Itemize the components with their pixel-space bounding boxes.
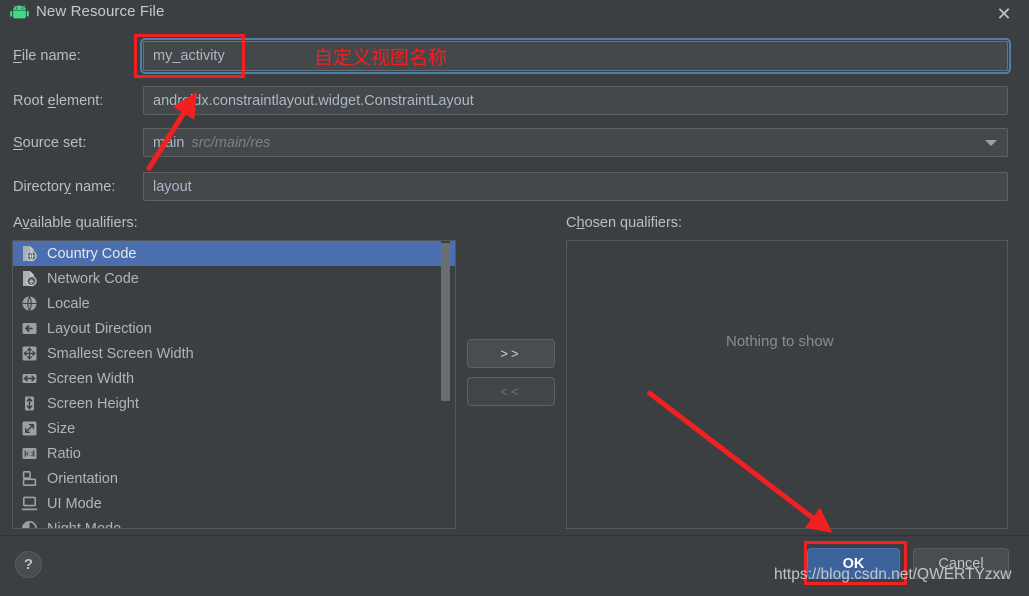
orientation-icon bbox=[22, 470, 37, 487]
qualifier-list-item[interactable]: Layout Direction bbox=[13, 316, 455, 341]
qualifier-list-item[interactable]: Screen Height bbox=[13, 391, 455, 416]
country-code-icon bbox=[23, 246, 37, 262]
root-element-label: Root element: bbox=[13, 93, 104, 109]
source-set-combo[interactable]: main src/main/res bbox=[143, 128, 1008, 157]
network-code-icon bbox=[23, 271, 37, 287]
scrollbar-thumb[interactable] bbox=[441, 243, 450, 401]
qualifier-label: Ratio bbox=[47, 445, 81, 462]
source-set-hint: src/main/res bbox=[191, 134, 271, 151]
qualifier-label: Night Mode bbox=[47, 520, 122, 529]
add-qualifier-button[interactable]: >> bbox=[467, 339, 555, 368]
remove-qualifier-button[interactable]: << bbox=[467, 377, 555, 406]
directory-name-input[interactable]: layout bbox=[143, 172, 1008, 201]
qualifier-list-item[interactable]: UI Mode bbox=[13, 491, 455, 516]
available-qualifiers-list[interactable]: Country Code Network Code Locale Layout Dir… bbox=[12, 240, 456, 529]
title-bar: New Resource File ✕ bbox=[0, 0, 1029, 27]
available-qualifiers-label: Available qualifiers: bbox=[13, 215, 138, 231]
chosen-qualifiers-label: Chosen qualifiers: bbox=[566, 215, 683, 231]
available-list-scrollbar[interactable] bbox=[441, 241, 450, 528]
qualifier-label: Network Code bbox=[47, 270, 139, 287]
chosen-empty-text: Nothing to show bbox=[726, 333, 834, 350]
qualifier-list-item[interactable]: Country Code bbox=[13, 241, 455, 266]
qualifier-label: Screen Height bbox=[47, 395, 139, 412]
arrow-left-icon bbox=[22, 323, 37, 334]
four-way-arrow-icon bbox=[22, 346, 37, 361]
qualifier-label: Country Code bbox=[47, 245, 137, 262]
android-robot-icon bbox=[10, 5, 29, 19]
file-name-input[interactable]: my_activity bbox=[140, 38, 1011, 74]
qualifier-label: Orientation bbox=[47, 470, 118, 487]
chevron-down-icon[interactable] bbox=[985, 139, 997, 146]
directory-name-value: layout bbox=[153, 178, 192, 195]
footer-divider bbox=[0, 535, 1029, 536]
arrow-horizontal-icon bbox=[22, 374, 37, 383]
root-element-input[interactable]: androidx.constraintlayout.widget.Constra… bbox=[143, 86, 1008, 115]
qualifier-label: Layout Direction bbox=[47, 320, 152, 337]
source-set-label: Source set: bbox=[13, 135, 87, 151]
qualifier-list-item[interactable]: Orientation bbox=[13, 466, 455, 491]
qualifier-label: Smallest Screen Width bbox=[47, 345, 194, 362]
window-title: New Resource File bbox=[36, 3, 165, 20]
qualifier-list-item[interactable]: Smallest Screen Width bbox=[13, 341, 455, 366]
qualifier-list-item[interactable]: Night Mode bbox=[13, 516, 455, 529]
close-icon[interactable]: ✕ bbox=[993, 3, 1015, 25]
ui-mode-icon bbox=[21, 496, 38, 511]
qualifier-label: Size bbox=[47, 420, 76, 437]
cancel-button[interactable]: Cancel bbox=[913, 548, 1009, 579]
help-button[interactable]: ? bbox=[15, 551, 42, 578]
qualifier-list-item[interactable]: 4:3 Ratio bbox=[13, 441, 455, 466]
qualifier-list-item[interactable]: Locale bbox=[13, 291, 455, 316]
qualifier-label: Locale bbox=[47, 295, 90, 312]
chosen-qualifiers-list[interactable] bbox=[566, 240, 1008, 529]
globe-icon bbox=[22, 296, 37, 312]
file-name-label: File name: bbox=[13, 48, 81, 64]
new-resource-file-dialog: New Resource File ✕ File name: my_activi… bbox=[0, 0, 1029, 596]
qualifier-list-item[interactable]: Size bbox=[13, 416, 455, 441]
root-element-value: androidx.constraintlayout.widget.Constra… bbox=[153, 92, 474, 109]
qualifier-list-item[interactable]: Screen Width bbox=[13, 366, 455, 391]
qualifier-label: Screen Width bbox=[47, 370, 135, 387]
svg-text:4:3: 4:3 bbox=[25, 452, 34, 458]
arrow-vertical-icon bbox=[25, 396, 34, 411]
qualifier-list-item[interactable]: Network Code bbox=[13, 266, 455, 291]
qualifier-label: UI Mode bbox=[47, 495, 102, 512]
source-set-value: main bbox=[153, 134, 185, 151]
ok-button[interactable]: OK bbox=[807, 548, 900, 579]
directory-name-label: Directory name: bbox=[13, 179, 116, 195]
night-mode-icon bbox=[22, 521, 37, 528]
diagonal-arrow-icon bbox=[22, 421, 37, 436]
ratio-icon: 4:3 bbox=[22, 448, 37, 459]
file-name-value: my_activity bbox=[153, 48, 225, 64]
